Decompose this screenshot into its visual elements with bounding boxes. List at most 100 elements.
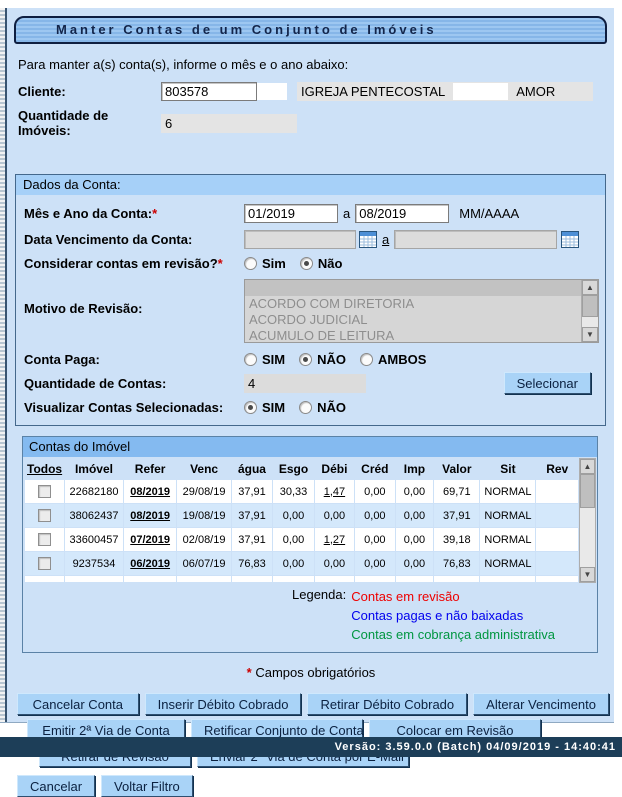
table-row-partial — [25, 576, 578, 582]
cell-debi: 0,00 — [315, 552, 354, 575]
refer-link[interactable]: 08/2019 — [130, 510, 170, 522]
visualizar-nao-label: NÃO — [317, 400, 346, 415]
cell-imp: 0,00 — [396, 504, 434, 527]
cell-cred: 0,00 — [355, 528, 395, 551]
considerar-label: Considerar contas em revisão?* — [24, 256, 244, 271]
cliente-label: Cliente: — [18, 84, 161, 99]
cell-rev — [536, 480, 578, 503]
legend: Legenda: Contas em revisão Contas pagas … — [23, 583, 597, 652]
paga-sim-radio[interactable] — [244, 353, 257, 366]
cancelar-conta-button[interactable]: Cancelar Conta — [17, 693, 139, 715]
refer-link[interactable]: 06/2019 — [130, 558, 170, 570]
scroll-down-icon[interactable]: ▼ — [580, 567, 595, 582]
cell-imovel: 9237534 — [65, 552, 123, 575]
conta-paga-label: Conta Paga: — [24, 352, 244, 367]
cell-agua: 37,91 — [232, 480, 273, 503]
refer-link[interactable]: 08/2019 — [130, 486, 170, 498]
debito-link[interactable]: 1,27 — [324, 534, 345, 546]
scroll-down-icon[interactable]: ▼ — [582, 327, 598, 342]
col-agua: água — [232, 459, 273, 479]
cell-agua: 37,91 — [232, 504, 273, 527]
redaction-patch — [453, 83, 508, 100]
version-bar: Versão: 3.59.0.0 (Batch) 04/09/2019 - 14… — [0, 737, 622, 757]
qtd-contas-label: Quantidade de Contas: — [24, 376, 244, 391]
motivo-scrollbar[interactable]: ▲ ▼ — [581, 280, 598, 342]
cancelar-button[interactable]: Cancelar — [17, 775, 95, 797]
scroll-thumb[interactable] — [582, 295, 598, 317]
col-cred: Créd — [355, 459, 395, 479]
contas-do-imovel-section: Contas do Imóvel Todos Imóvel Refer Venc — [22, 436, 598, 653]
debito-link[interactable]: 1,47 — [324, 486, 345, 498]
cell-agua: 37,91 — [232, 528, 273, 551]
cliente-name-part1: IGREJA PENTECOSTAL — [301, 84, 445, 99]
visualizar-nao-radio[interactable] — [299, 401, 312, 414]
table-row: 9237534 06/2019 06/07/19 76,83 0,00 0,00… — [25, 552, 578, 575]
legend-contas-cobranca: Contas em cobrança administrativa — [351, 625, 555, 644]
scroll-up-icon[interactable]: ▲ — [582, 280, 598, 295]
dados-da-conta-header: Dados da Conta: — [16, 175, 605, 195]
paga-sim-label: SIM — [262, 352, 285, 367]
cliente-code-input[interactable] — [161, 82, 257, 101]
scroll-thumb[interactable] — [580, 474, 595, 508]
paga-ambos-radio[interactable] — [360, 353, 373, 366]
row-checkbox[interactable] — [38, 485, 51, 498]
cell-imp: 0,00 — [396, 552, 434, 575]
mes-ano-de-input[interactable] — [244, 204, 338, 223]
cell-imp: 0,00 — [396, 480, 434, 503]
sep-a: a — [343, 206, 350, 221]
todos-select-all-link[interactable]: Todos — [27, 462, 62, 476]
intro-text: Para manter a(s) conta(s), informe o mês… — [18, 57, 609, 72]
cell-imovel: 33600457 — [65, 528, 123, 551]
qtd-imoveis-label: Quantidade de Imóveis: — [18, 108, 161, 138]
row-checkbox[interactable] — [38, 533, 51, 546]
paga-nao-label: NÃO — [317, 352, 346, 367]
cell-venc: 29/08/19 — [177, 480, 230, 503]
scroll-up-icon[interactable]: ▲ — [580, 459, 595, 474]
contas-table: Todos Imóvel Refer Venc água Esgo Débi C… — [24, 458, 579, 583]
col-valor: Valor — [434, 459, 479, 479]
calendar-icon[interactable] — [359, 231, 377, 248]
motivo-option[interactable]: ACORDO JUDICIAL — [245, 312, 581, 328]
considerar-sim-label: Sim — [262, 256, 286, 271]
table-row: 22682180 08/2019 29/08/19 37,91 30,33 1,… — [25, 480, 578, 503]
venc-ate-field — [394, 230, 557, 249]
cell-cred: 0,00 — [355, 504, 395, 527]
row-checkbox[interactable] — [38, 509, 51, 522]
motivo-option-blank[interactable] — [245, 280, 581, 296]
alterar-vencimento-button[interactable]: Alterar Vencimento — [473, 693, 609, 715]
visualizar-label: Visualizar Contas Selecionadas: — [24, 400, 244, 415]
considerar-nao-radio[interactable] — [300, 257, 313, 270]
formato-hint: MM/AAAA — [459, 206, 519, 221]
col-rev: Rev — [536, 459, 578, 479]
cell-esgo: 30,33 — [273, 480, 314, 503]
considerar-sim-radio[interactable] — [244, 257, 257, 270]
table-header-row: Todos Imóvel Refer Venc água Esgo Débi C… — [25, 459, 578, 479]
table-scrollbar[interactable]: ▲ ▼ — [579, 458, 596, 583]
retirar-debito-cobrado-button[interactable]: Retirar Débito Cobrado — [307, 693, 467, 715]
form-panel: Manter Contas de um Conjunto de Imóveis … — [0, 8, 614, 723]
refer-link[interactable]: 07/2019 — [130, 534, 170, 546]
qtd-imoveis-value: 6 — [165, 116, 172, 131]
voltar-filtro-button[interactable]: Voltar Filtro — [101, 775, 193, 797]
col-esgo: Esgo — [273, 459, 314, 479]
cell-rev — [536, 528, 578, 551]
cell-venc: 06/07/19 — [177, 552, 230, 575]
motivo-option[interactable]: ACUMULO DE LEITURA — [245, 328, 581, 342]
col-imovel: Imóvel — [65, 459, 123, 479]
table-row: 38062437 08/2019 19/08/19 37,91 0,00 0,0… — [25, 504, 578, 527]
paga-nao-radio[interactable] — [299, 353, 312, 366]
motivo-listbox[interactable]: ACORDO COM DIRETORIA ACORDO JUDICIAL ACU… — [244, 279, 599, 343]
cell-valor: 39,18 — [434, 528, 479, 551]
mes-ano-ate-input[interactable] — [355, 204, 449, 223]
motivo-option[interactable]: ACORDO COM DIRETORIA — [245, 296, 581, 312]
cell-debi: 0,00 — [315, 504, 354, 527]
inserir-debito-cobrado-button[interactable]: Inserir Débito Cobrado — [145, 693, 302, 715]
required-asterisk: * — [218, 256, 223, 271]
selecionar-button[interactable]: Selecionar — [504, 372, 591, 394]
calendar-icon[interactable] — [561, 231, 579, 248]
col-debi: Débi — [315, 459, 354, 479]
row-checkbox[interactable] — [38, 557, 51, 570]
cell-sit: NORMAL — [480, 552, 535, 575]
cell-sit: NORMAL — [480, 480, 535, 503]
visualizar-sim-radio[interactable] — [244, 401, 257, 414]
